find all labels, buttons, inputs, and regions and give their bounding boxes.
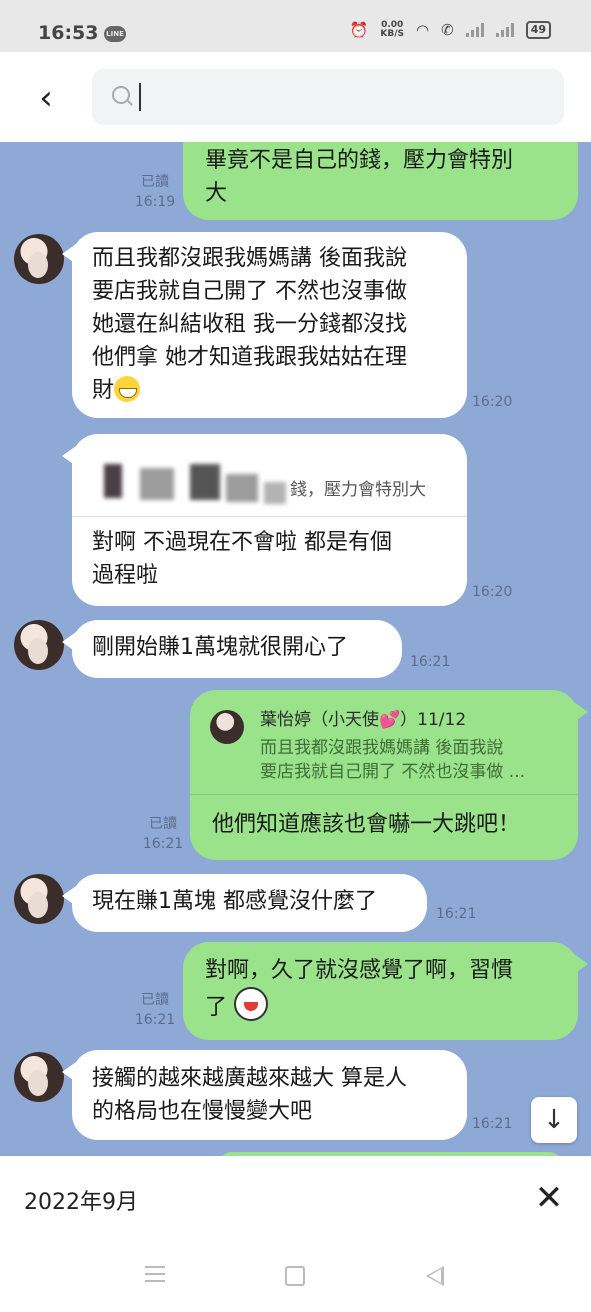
reply-avatar <box>210 710 244 744</box>
quoted-message[interactable]: 葉怡婷（小天使💕）11/12 而且我都沒跟我媽媽講 後面我說 要店我就自己開了 … <box>210 704 560 782</box>
status-time: 16:53 <box>38 22 99 44</box>
wifi-icon: ◠ <box>416 21 430 39</box>
message-meta: 已讀 16:19 <box>130 172 180 212</box>
status-icons: ⏰ 0.00 KB/S ◠ ✆ 49 <box>350 21 551 39</box>
avatar[interactable] <box>14 234 64 284</box>
message-time: 16:21 <box>134 1012 176 1028</box>
back-triangle-icon[interactable] <box>426 1266 444 1286</box>
search-icon <box>112 86 130 104</box>
message-bubble-received-reply[interactable]: 錢，壓力會特別大 對啊 不過現在不會啦 都是有個 過程啦 <box>62 434 467 606</box>
menu-icon[interactable] <box>145 1266 165 1287</box>
message-bubble-received[interactable]: 剛開始賺1萬塊就很開心了 <box>62 620 402 678</box>
quoted-message[interactable]: 錢，壓力會特別大 <box>92 452 452 504</box>
message-time: 16:21 <box>142 836 184 852</box>
divider <box>72 516 467 517</box>
battery-indicator: 49 <box>525 21 551 39</box>
system-navigation-bar <box>0 1242 591 1312</box>
network-speed: 0.00 KB/S <box>380 20 405 39</box>
message-time: 16:19 <box>134 194 176 210</box>
message-meta: 已讀 16:21 <box>138 814 188 854</box>
search-box[interactable] <box>92 69 564 125</box>
date-bar: 2022年9月 ✕ <box>0 1156 591 1242</box>
message-time: 16:20 <box>472 584 513 600</box>
home-icon[interactable] <box>285 1266 305 1286</box>
message-bubble-received[interactable]: 而且我都沒跟我媽媽講 後面我說 要店我就自己開了 不然也沒事做 她還在糾結收租 … <box>62 232 467 418</box>
read-receipt: 已讀 <box>141 174 169 190</box>
divider <box>190 794 578 795</box>
close-button[interactable]: ✕ <box>529 1178 569 1218</box>
avatar[interactable] <box>14 620 64 670</box>
search-input[interactable] <box>144 77 548 119</box>
message-time: 16:21 <box>472 1116 513 1132</box>
message-bubble-sent[interactable]: 對啊，久了就沒感覺了啊，習慣 了 <box>183 942 588 1040</box>
chat-area[interactable]: 畢竟不是自己的錢，壓力會特別 大 已讀 16:19 而且我都沒跟我媽媽講 後面我… <box>0 142 591 1156</box>
message-time: 16:20 <box>472 394 513 410</box>
quoted-text: 錢，壓力會特別大 <box>290 480 426 500</box>
search-header: ‹ <box>0 52 591 142</box>
laugh-sticker-emoji-icon <box>234 987 269 1021</box>
message-time: 16:21 <box>410 654 451 670</box>
close-icon: ✕ <box>534 1178 564 1218</box>
read-receipt: 已讀 <box>141 992 169 1008</box>
back-button[interactable]: ‹ <box>28 78 64 118</box>
status-bar: 16:53 LINE ⏰ 0.00 KB/S ◠ ✆ 49 <box>0 0 591 52</box>
grin-emoji-icon <box>114 376 141 402</box>
avatar[interactable] <box>14 874 64 924</box>
message-bubble-received[interactable]: 接觸的越來越廣越來越大 算是人 的格局也在慢慢變大吧 <box>62 1050 467 1140</box>
message-bubble-sent[interactable]: 畢竟不是自己的錢，壓力會特別 大 <box>183 142 578 220</box>
alarm-icon: ⏰ <box>349 21 369 39</box>
line-app-icon: LINE <box>104 26 126 42</box>
message-meta: 已讀 16:21 <box>130 990 180 1030</box>
signal-icon <box>465 23 484 37</box>
avatar[interactable] <box>14 1052 64 1102</box>
chevron-left-icon: ‹ <box>39 78 53 118</box>
call-icon: ✆ <box>441 21 454 39</box>
signal-icon-2 <box>495 23 514 37</box>
message-time: 16:21 <box>436 906 477 922</box>
message-bubble-received[interactable]: 現在賺1萬塊 都感覺沒什麼了 <box>62 874 427 932</box>
message-bubble-sent-reply[interactable]: 葉怡婷（小天使💕）11/12 而且我都沒跟我媽媽講 後面我說 要店我就自己開了 … <box>190 690 588 860</box>
arrow-down-icon: ↓ <box>543 1105 565 1135</box>
text-cursor <box>139 83 141 111</box>
scroll-to-bottom-button[interactable]: ↓ <box>531 1097 577 1143</box>
read-receipt: 已讀 <box>149 816 177 832</box>
date-label[interactable]: 2022年9月 <box>24 1184 138 1216</box>
